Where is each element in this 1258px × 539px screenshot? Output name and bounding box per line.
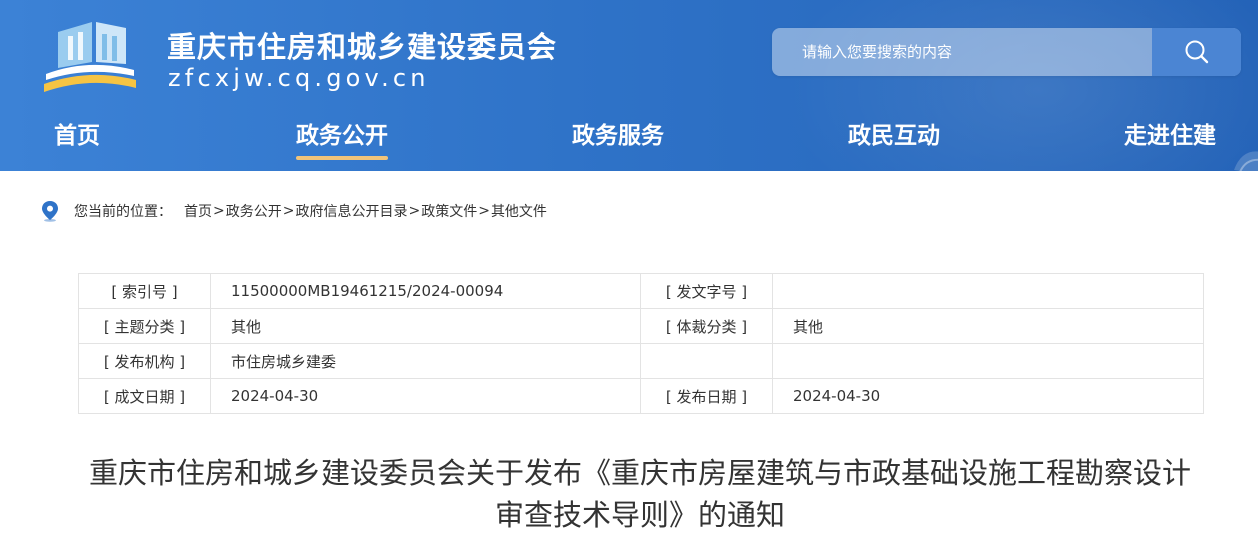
table-row: [ 成文日期 ] 2024-04-30 [ 发布日期 ] 2024-04-30 <box>78 378 1204 414</box>
label-index-number: [ 索引号 ] <box>78 273 211 309</box>
site-header: 重庆市住房和城乡建设委员会 zfcxjw.cq.gov.cn 首页 政务公开 政… <box>0 0 1258 171</box>
table-row: [ 索引号 ] 11500000MB19461215/2024-00094 [ … <box>78 273 1204 309</box>
location-pin-icon <box>42 201 58 222</box>
corner-decoration-icon <box>1234 151 1258 171</box>
label-document-number: [ 发文字号 ] <box>640 273 773 309</box>
breadcrumb: 您当前的位置： 首页 > 政务公开 > 政府信息公开目录 > 政策文件 > 其他… <box>40 199 547 223</box>
nav-public-interaction[interactable]: 政民互动 <box>848 116 940 166</box>
table-row: [ 主题分类 ] 其他 [ 体裁分类 ] 其他 <box>78 308 1204 344</box>
nav-government-services[interactable]: 政务服务 <box>572 116 664 166</box>
breadcrumb-separator: > <box>282 203 295 219</box>
breadcrumb-separator: > <box>478 203 490 219</box>
site-domain: zfcxjw.cq.gov.cn <box>168 64 430 92</box>
site-logo-icon[interactable] <box>40 18 140 92</box>
document-info-table: [ 索引号 ] 11500000MB19461215/2024-00094 [ … <box>78 273 1204 414</box>
breadcrumb-policy-documents[interactable]: 政策文件 <box>421 201 477 221</box>
article-title-line-2: 审查技术导则》的通知 <box>494 498 785 532</box>
search-button[interactable] <box>1152 28 1241 76</box>
label-topic-category: [ 主题分类 ] <box>78 308 211 344</box>
nav-government-affairs-disclosure[interactable]: 政务公开 <box>296 116 388 166</box>
label-publishing-agency: [ 发布机构 ] <box>78 343 211 379</box>
value-topic-category: 其他 <box>210 308 641 344</box>
label-written-date: [ 成文日期 ] <box>78 378 211 414</box>
search-icon <box>1185 40 1208 64</box>
label-publish-date: [ 发布日期 ] <box>640 378 773 414</box>
value-index-number: 11500000MB19461215/2024-00094 <box>210 273 641 309</box>
article-title: 重庆市住房和城乡建设委员会关于发布《重庆市房屋建筑与市政基础设施工程勘察设计 审… <box>60 452 1220 536</box>
breadcrumb-separator: > <box>408 203 421 219</box>
value-publishing-agency: 市住房城乡建委 <box>210 343 641 379</box>
empty-cell <box>772 343 1204 379</box>
value-genre-category: 其他 <box>772 308 1204 344</box>
search-input[interactable] <box>772 28 1152 76</box>
table-row: [ 发布机构 ] 市住房城乡建委 <box>78 343 1204 379</box>
breadcrumb-other-documents[interactable]: 其他文件 <box>491 201 547 221</box>
empty-cell <box>640 343 773 379</box>
breadcrumb-separator: > <box>213 203 225 219</box>
breadcrumb-home[interactable]: 首页 <box>184 201 212 221</box>
breadcrumb-prefix: 您当前的位置： <box>74 204 172 220</box>
breadcrumb-government-affairs[interactable]: 政务公开 <box>226 201 282 221</box>
breadcrumb-info-catalog[interactable]: 政府信息公开目录 <box>295 201 407 221</box>
value-document-number <box>772 273 1204 309</box>
main-nav: 首页 政务公开 政务服务 政民互动 走进住建 <box>0 116 1258 166</box>
article-title-line-1: 重庆市住房和城乡建设委员会关于发布《重庆市房屋建筑与市政基础设施工程勘察设计 <box>88 456 1191 490</box>
nav-about[interactable]: 走进住建 <box>1124 116 1216 166</box>
nav-home[interactable]: 首页 <box>54 116 100 166</box>
value-written-date: 2024-04-30 <box>210 378 641 414</box>
site-title[interactable]: 重庆市住房和城乡建设委员会 <box>167 24 557 66</box>
label-genre-category: [ 体裁分类 ] <box>640 308 773 344</box>
search-box <box>772 28 1241 76</box>
value-publish-date: 2024-04-30 <box>772 378 1204 414</box>
